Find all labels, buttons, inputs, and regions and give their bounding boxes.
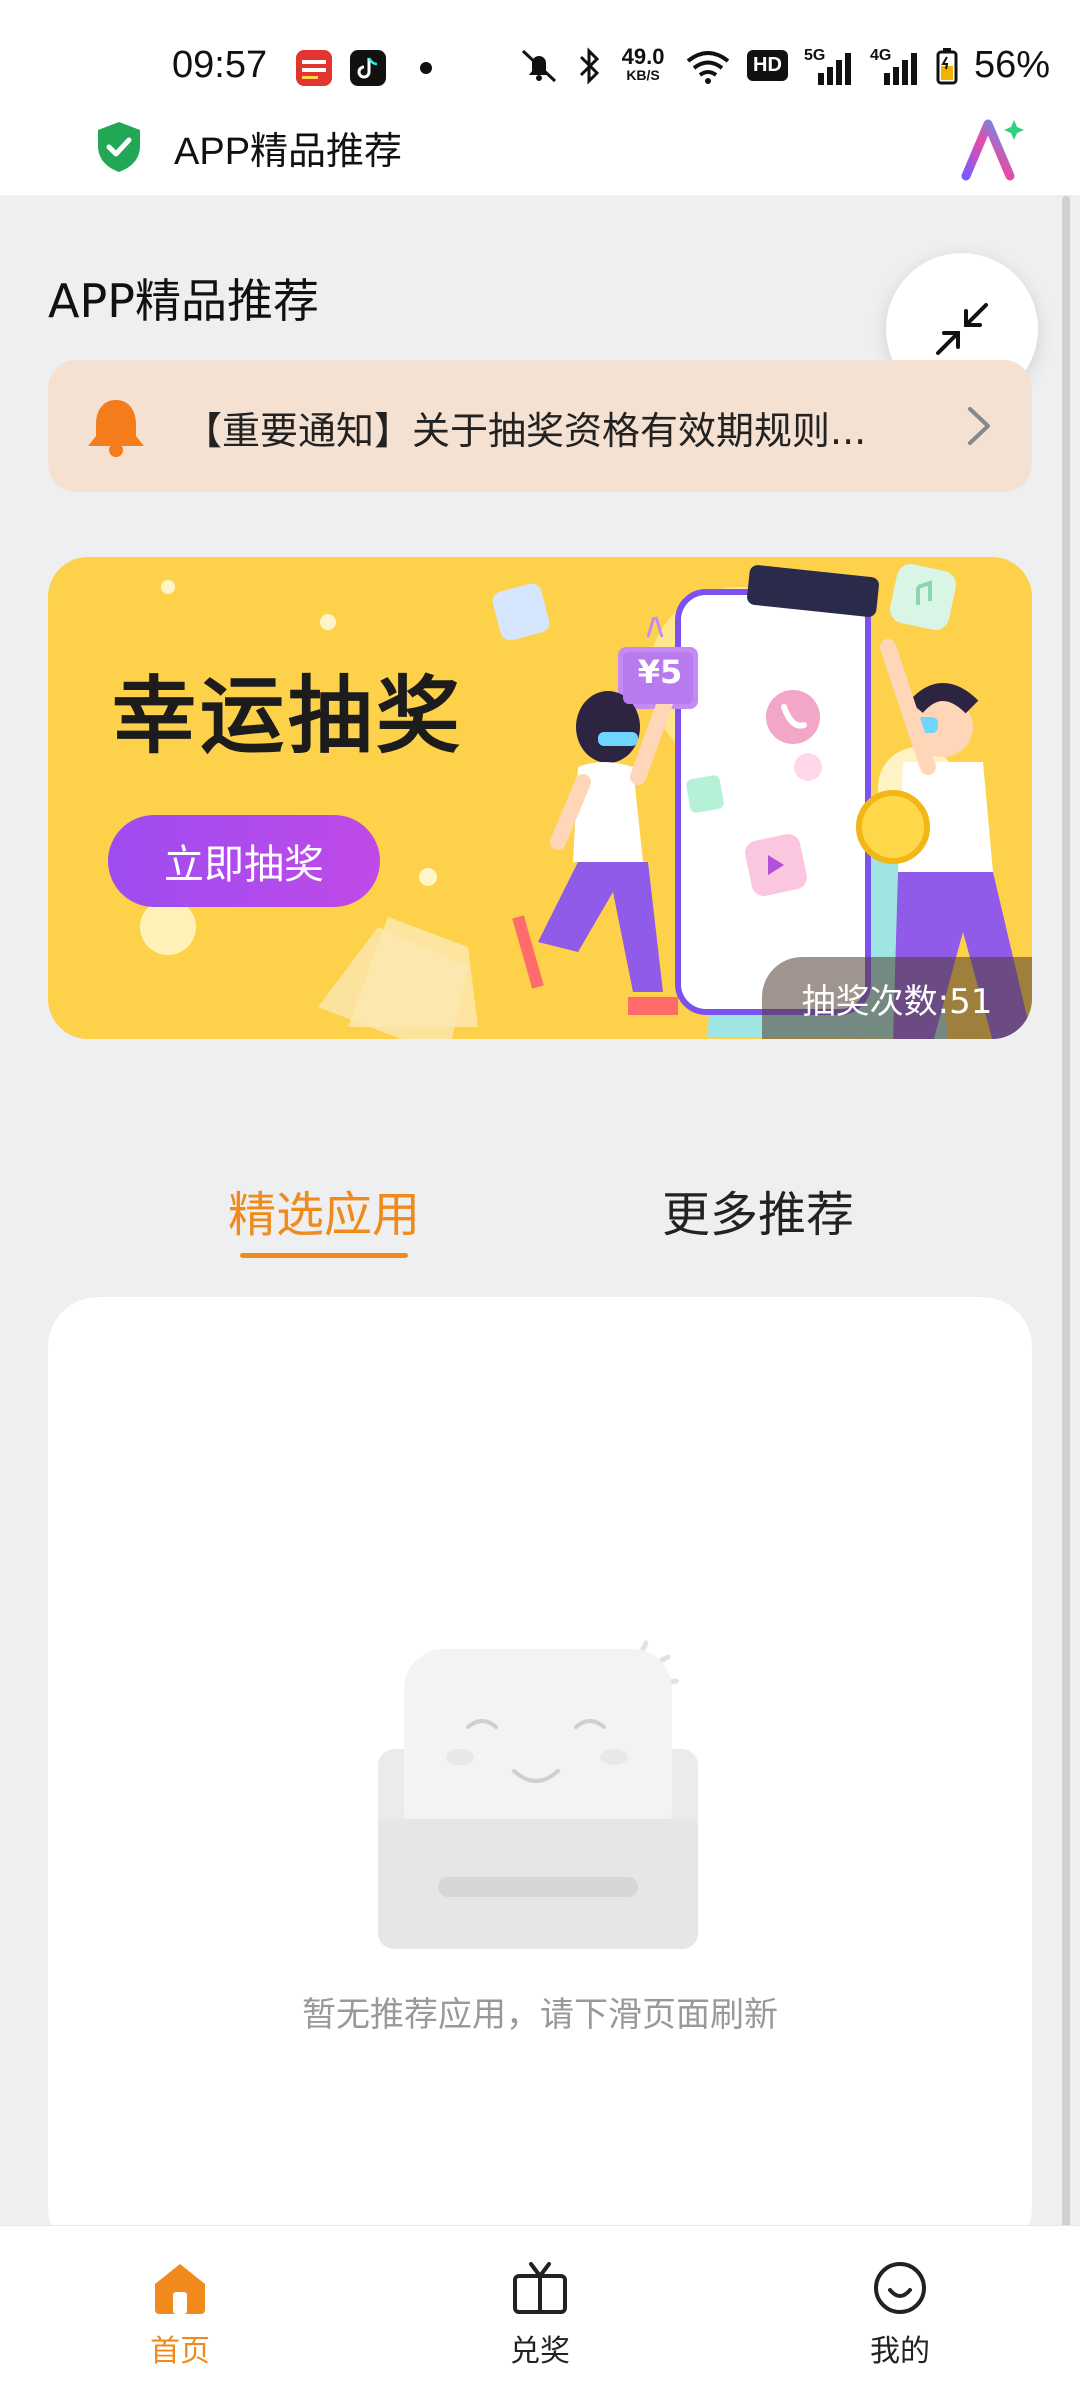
- page-title: APP精品推荐: [48, 274, 319, 328]
- battery-icon: [936, 47, 958, 84]
- battery-percent: 56%: [973, 44, 1050, 86]
- hd-icon: HD: [747, 50, 788, 81]
- nav-home-label: 首页: [150, 2334, 210, 2369]
- net-speed: 49.0 KB/S: [621, 43, 665, 83]
- bottom-nav: 首页 兑奖 我的: [0, 2225, 1080, 2400]
- toutiao-icon: [296, 50, 332, 86]
- prize-box-icon: [513, 2262, 567, 2314]
- tab-more-recommendations[interactable]: 更多推荐: [662, 1175, 854, 1245]
- signal-4g: 4G: [870, 47, 920, 85]
- wifi-icon: [686, 50, 730, 84]
- chevron-right-icon: [968, 407, 990, 445]
- collapse-arrows-icon: [936, 303, 988, 355]
- status-icons: 49.0 KB/S HD 5G 4G 56%: [517, 44, 1050, 87]
- banner-title: 幸运抽奖: [112, 667, 465, 765]
- empty-box-icon: [378, 1640, 698, 1949]
- app-title-bar: APP精品推荐: [0, 110, 1080, 195]
- app-title: APP精品推荐: [174, 131, 403, 173]
- shield-check-icon: [98, 122, 140, 172]
- notice-text: 【重要通知】关于抽奖资格有效期规则...: [184, 409, 867, 453]
- nav-home[interactable]: 首页: [80, 2260, 280, 2370]
- tab-featured-apps[interactable]: 精选应用: [228, 1175, 420, 1245]
- nav-prize[interactable]: 兑奖: [440, 2260, 640, 2370]
- bluetooth-icon: [579, 46, 600, 85]
- signal-5g: 5G: [804, 47, 854, 85]
- douyin-icon: [350, 50, 386, 86]
- nav-prize-label: 兑奖: [510, 2334, 570, 2369]
- notice-bar[interactable]: 【重要通知】关于抽奖资格有效期规则...: [48, 360, 1032, 492]
- home-icon: [155, 2264, 205, 2314]
- coupon-label: ¥5: [637, 653, 683, 691]
- draw-now-button[interactable]: 立即抽奖: [108, 815, 380, 907]
- lucky-draw-banner[interactable]: ¥5 幸运抽奖 立即抽奖 抽奖次数:51: [48, 557, 1032, 1039]
- nav-mine[interactable]: 我的: [800, 2260, 1000, 2370]
- nav-mine-label: 我的: [870, 2334, 930, 2369]
- smile-profile-icon: [874, 2262, 926, 2314]
- status-time: 09:57: [172, 44, 268, 86]
- bell-icon: [88, 400, 144, 457]
- tab-bar: 精选应用 更多推荐: [0, 1175, 1080, 1285]
- empty-state-message: 暂无推荐应用，请下滑页面刷新: [302, 1995, 778, 2035]
- active-tab-indicator: [240, 1253, 408, 1258]
- mute-icon: [522, 49, 557, 82]
- main-content: APP精品推荐 【重要通知】关于抽奖资格有效期规则... ¥5 幸运抽奖 立即抽…: [0, 195, 1080, 2257]
- notification-dot: [420, 62, 432, 74]
- draw-count-badge: 抽奖次数:51: [762, 957, 1032, 1039]
- app-list-card: 暂无推荐应用，请下滑页面刷新: [48, 1297, 1032, 2257]
- ai-assistant-icon[interactable]: [958, 114, 1028, 184]
